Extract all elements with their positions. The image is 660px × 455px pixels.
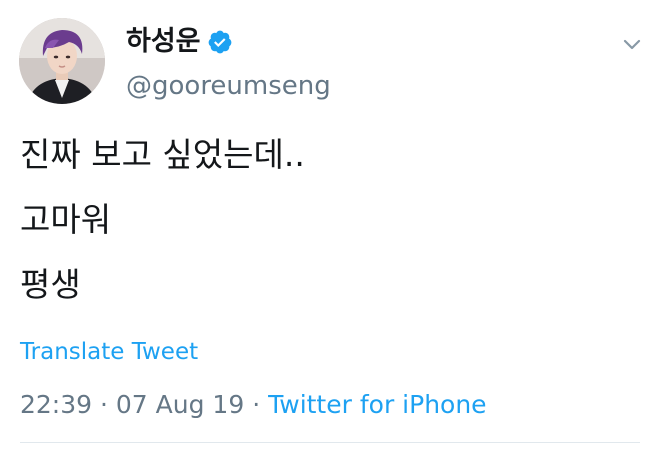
divider [20,442,640,443]
tweet-text-line: 진짜 보고 싶었는데.. [20,135,305,174]
tweet-time[interactable]: 22:39 [20,390,92,419]
meta-separator: · [252,390,261,419]
tweet-source-link[interactable]: Twitter for iPhone [268,390,486,419]
tweet-date[interactable]: 07 Aug 19 [116,390,244,419]
translate-tweet-link[interactable]: Translate Tweet [20,336,198,368]
tweet-card: 하성운 @gooreumseng 진짜 보고 싶었는데.. 고마워 평생 Tra… [0,0,660,455]
name-row: 하성운 [126,24,233,60]
avatar[interactable] [19,18,105,104]
user-handle[interactable]: @gooreumseng [126,70,331,102]
avatar-image [19,18,105,104]
tweet-metadata: 22:39 · 07 Aug 19 · Twitter for iPhone [20,388,487,422]
tweet-text-line: 평생 [20,265,81,304]
meta-separator: · [100,390,108,419]
verified-badge-icon [207,29,233,55]
chevron-down-icon[interactable] [618,32,646,56]
tweet-text-line: 고마워 [20,200,112,239]
display-name[interactable]: 하성운 [126,24,201,60]
